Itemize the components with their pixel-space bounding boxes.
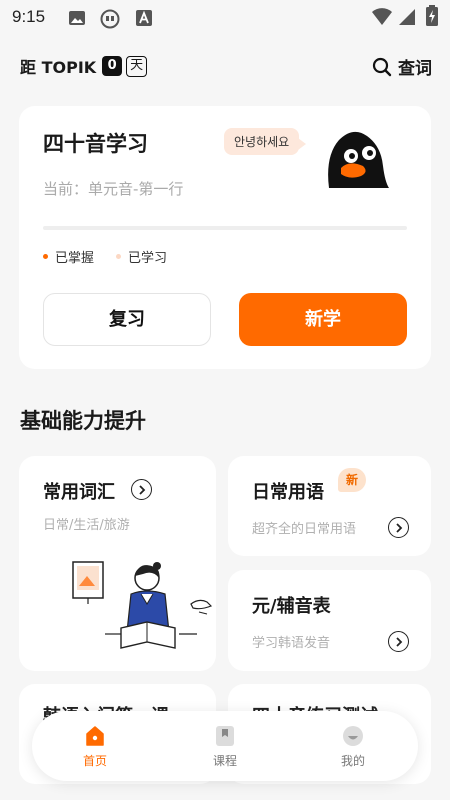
chevron-right-icon [138,484,145,495]
status-time: 9:15 [12,7,46,26]
mastered-dot [43,254,48,259]
alphabet-chart-subtitle: 学习韩语发音 [252,636,331,651]
legend-learned: 已学习 [116,247,167,266]
phrases-subtitle: 超齐全的日常用语 [252,522,357,537]
cell-signal-icon [399,9,415,25]
review-button[interactable]: 复习 [43,293,211,346]
tab-mine[interactable]: 我的 [318,725,388,769]
vocab-title: 常用词汇 [43,482,115,503]
vocab-arrow-button[interactable] [131,479,152,500]
greeting-bubble: 안녕하세요 [224,128,307,155]
profile-icon [343,726,363,746]
tab-course-label: 课程 [212,754,237,768]
current-lesson: 当前：单元音-第一行 [43,180,184,198]
tab-home[interactable]: 首页 [60,725,130,769]
alphabet-chart-title: 元/辅音表 [252,596,331,617]
study-progress-bar [43,226,407,230]
legend-learned-label: 已学习 [128,251,168,266]
topik-countdown[interactable]: 距 TOPIK 0 天 [20,54,148,78]
font-notification-icon [136,10,152,26]
top-header: 距 TOPIK 0 天 查词 [0,50,450,82]
search-icon [372,57,392,76]
legend-mastered: 已掌握 [43,247,94,266]
phrases-title: 日常用语 [252,482,324,503]
book-icon [216,726,234,746]
countdown-days: 0 [102,56,123,76]
phrases-arrow-button[interactable] [388,517,409,538]
new-badge: 新 [338,468,366,492]
dictionary-search-button[interactable]: 查词 [372,54,432,79]
new-study-button[interactable]: 新学 [239,293,407,346]
study-card-title: 四十音学习 [43,132,148,156]
section-title: 基础能力提升 [20,409,146,433]
alphabet-chart-card[interactable]: 元/辅音表 学习韩语发音 [228,570,431,671]
chevron-right-icon [395,522,402,533]
vocab-card[interactable]: 常用词汇 日常/生活/旅游 [19,456,216,671]
home-icon [86,726,104,746]
tab-mine-label: 我的 [340,754,365,768]
countdown-unit: 天 [126,55,148,77]
legend-mastered-label: 已掌握 [55,251,95,266]
progress-legend: 已掌握 已学习 [43,247,167,266]
image-notification-icon [69,11,85,25]
tab-course[interactable]: 课程 [190,725,260,769]
daily-phrases-card[interactable]: 日常用语 新 超齐全的日常用语 [228,456,431,556]
status-bar: 9:15 [0,0,450,36]
wifi-icon [372,8,392,25]
bottom-tab-bar: 首页 课程 我的 [32,711,418,781]
chevron-right-icon [395,636,402,647]
app-notification-icon [100,9,120,29]
alphabet-chart-arrow-button[interactable] [388,631,409,652]
alphabet-study-card[interactable]: 四十音学习 当前：单元音-第一行 안녕하세요 已掌握 已学习 复习 新学 [19,106,431,369]
learned-dot [116,254,122,259]
vocab-subtitle: 日常/生活/旅游 [43,518,130,533]
dictionary-label: 查词 [398,59,432,79]
battery-icon [426,5,438,26]
student-reading-illustration [72,561,213,649]
mascot-illustration [328,131,389,188]
countdown-prefix: 距 TOPIK [20,58,97,77]
tab-home-label: 首页 [82,754,107,768]
